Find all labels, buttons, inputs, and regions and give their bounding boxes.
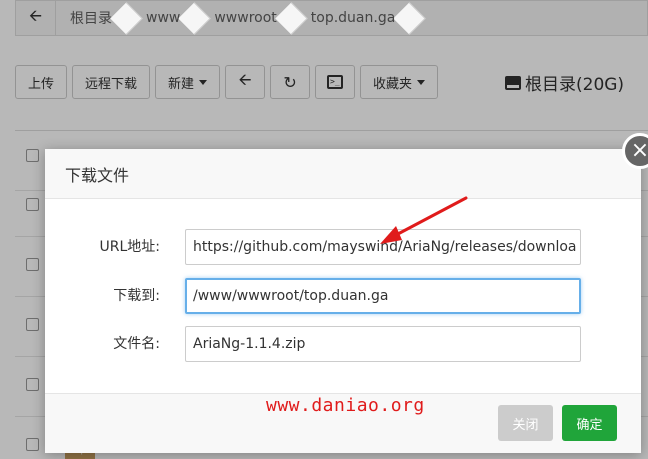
- filename-label: 文件名:: [113, 336, 160, 352]
- filename-row: 文件名: AriaNg-1.1.4.zip: [45, 326, 641, 362]
- url-label: URL地址:: [99, 239, 161, 255]
- destination-input[interactable]: /www/wwwroot/top.duan.ga: [185, 278, 581, 314]
- dialog-title: 下载文件: [45, 149, 641, 199]
- destination-row: 下载到: /www/wwwroot/top.duan.ga: [45, 278, 641, 314]
- confirm-button[interactable]: 确定: [562, 405, 617, 441]
- filename-input[interactable]: AriaNg-1.1.4.zip: [185, 326, 581, 362]
- url-input[interactable]: https://github.com/mayswind/AriaNg/relea…: [185, 229, 581, 265]
- url-row: URL地址: https://github.com/mayswind/AriaN…: [45, 229, 641, 265]
- close-button[interactable]: 关闭: [498, 405, 553, 441]
- watermark-text: www.daniao.org: [266, 395, 425, 416]
- destination-label: 下载到:: [113, 288, 160, 304]
